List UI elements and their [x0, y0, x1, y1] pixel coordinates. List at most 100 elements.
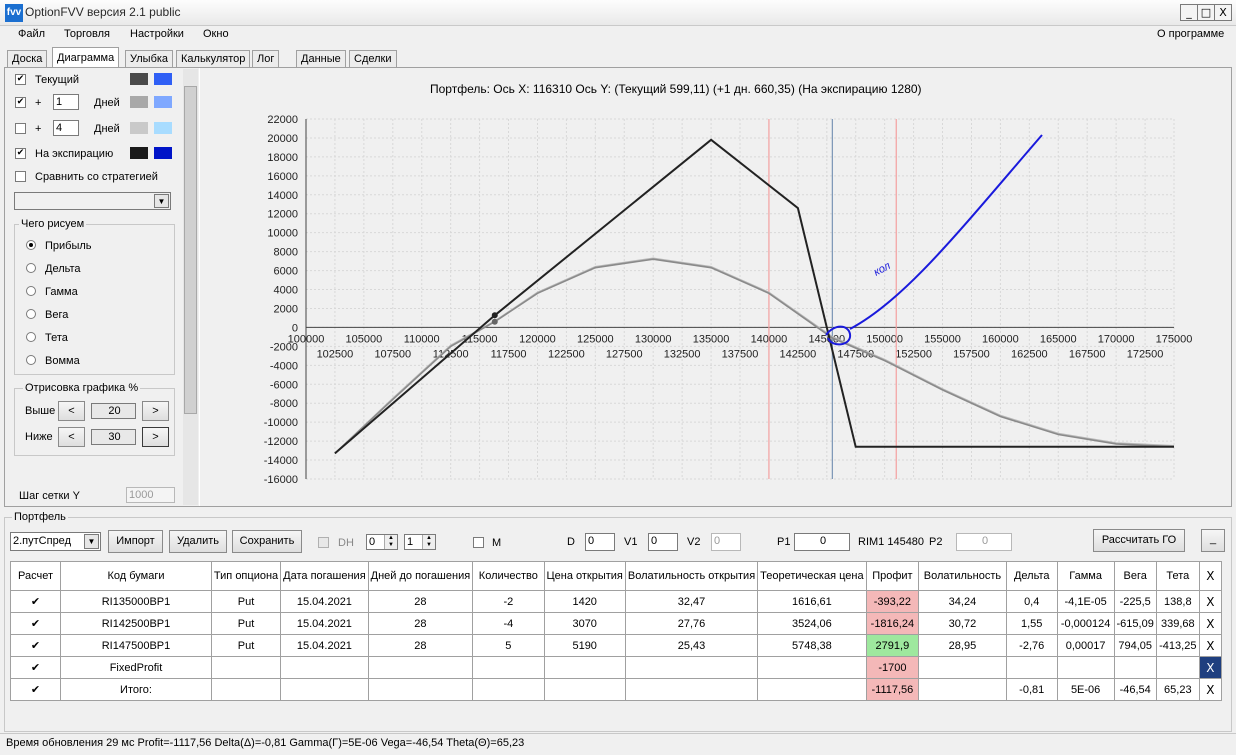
dh-label: DH: [338, 537, 354, 549]
v1-input[interactable]: 0: [648, 533, 678, 551]
calc-checkbox[interactable]: ✔: [9, 634, 62, 657]
dh-checkbox[interactable]: [318, 537, 329, 548]
col-qty[interactable]: Количество: [472, 561, 545, 591]
theo-price-cell: [757, 678, 867, 701]
open-vol-cell: 27,76: [624, 612, 759, 635]
y-tick-label: 8000: [274, 247, 298, 259]
open-price-cell[interactable]: [543, 656, 626, 679]
y-tick-label: 12000: [267, 209, 298, 221]
open-price-cell[interactable]: 1420: [543, 590, 626, 613]
col-open-vol[interactable]: Волатильность открытия: [624, 561, 759, 591]
col-open-price[interactable]: Цена открытия: [543, 561, 626, 591]
profit-cell: -1700: [865, 656, 920, 679]
calc-checkbox[interactable]: ✔: [9, 678, 62, 701]
table-row[interactable]: ✔ RI135000BP1 Put 15.04.2021 28 -2 1420 …: [9, 590, 1223, 613]
date-cell: [280, 656, 369, 679]
days-cell: 28: [367, 612, 474, 635]
spinner-arrows-icon[interactable]: ▲ ▼: [384, 535, 397, 549]
delete-row-button[interactable]: X: [1198, 612, 1223, 635]
col-vega[interactable]: Вега: [1113, 561, 1157, 591]
col-profit[interactable]: Профит: [865, 561, 920, 591]
y-tick-label: 2000: [274, 303, 298, 315]
m-label: M: [492, 537, 502, 549]
minimize-portfolio-button[interactable]: _: [1201, 529, 1225, 552]
code-cell: RI142500BP1: [60, 612, 212, 635]
col-delete[interactable]: X: [1198, 561, 1223, 591]
gamma-cell: -4,1E-05: [1056, 590, 1115, 613]
col-theo-price[interactable]: Теоретическая цена: [757, 561, 867, 591]
x-tick-label-lower: 142500: [780, 348, 817, 360]
col-gamma[interactable]: Гамма: [1056, 561, 1115, 591]
gamma-cell: 0,00017: [1056, 634, 1115, 657]
col-days[interactable]: Дней до погашения: [367, 561, 474, 591]
delete-row-button[interactable]: X: [1198, 678, 1223, 701]
x-tick-label-lower: 122500: [548, 348, 585, 360]
col-code[interactable]: Код бумаги: [60, 561, 212, 591]
vega-cell: [1113, 656, 1157, 679]
import-button[interactable]: Импорт: [108, 530, 163, 553]
open-price-cell[interactable]: 5190: [543, 634, 626, 657]
x-tick-label-lower: 127500: [606, 348, 643, 360]
col-delta[interactable]: Дельта: [1005, 561, 1058, 591]
dh-spinner-2[interactable]: 1 ▲ ▼: [404, 534, 436, 550]
col-theta[interactable]: Тета: [1155, 561, 1200, 591]
y-tick-label: 4000: [274, 285, 298, 297]
col-calc[interactable]: Расчет: [9, 561, 62, 591]
calc-margin-button[interactable]: Рассчитать ГО: [1093, 529, 1185, 552]
vol-cell: 34,24: [918, 590, 1007, 613]
v2-input[interactable]: 0: [711, 533, 741, 551]
y-tick-label: 18000: [267, 152, 298, 164]
y-tick-label: 14000: [267, 190, 298, 202]
calc-checkbox[interactable]: ✔: [9, 590, 62, 613]
status-bar: Время обновления 29 мс Profit=-1117,56 D…: [0, 733, 1236, 755]
m-checkbox[interactable]: [473, 537, 484, 548]
y-tick-label: -4000: [270, 360, 298, 372]
col-type[interactable]: Тип опциона: [210, 561, 282, 591]
v1-label: V1: [624, 536, 638, 548]
open-vol-cell: 32,47: [624, 590, 759, 613]
open-price-cell[interactable]: 3070: [543, 612, 626, 635]
profit-cell: -1117,56: [865, 678, 920, 701]
type-cell: [210, 678, 282, 701]
table-row-total[interactable]: ✔ Итого: -1117,56 -0,81 5E-06 -46,54 65,…: [9, 678, 1223, 701]
p2-input[interactable]: 0: [956, 533, 1012, 551]
save-button[interactable]: Сохранить: [232, 530, 302, 553]
vega-cell: -225,5: [1113, 590, 1157, 613]
table-row[interactable]: ✔ RI142500BP1 Put 15.04.2021 28 -4 3070 …: [9, 612, 1223, 635]
profit-chart[interactable]: 22000 20000 18000 16000 14000 12000 10000 8000 6…: [0, 0, 1236, 510]
p1-input[interactable]: 0: [794, 533, 850, 551]
theo-price-cell: 3524,06: [757, 612, 867, 635]
spinner-arrows-icon[interactable]: ▲ ▼: [422, 535, 435, 549]
col-vol[interactable]: Волатильность: [918, 561, 1007, 591]
code-cell: RI147500BP1: [60, 634, 212, 657]
portfolio-select[interactable]: 2.путСпред ▼: [10, 532, 101, 551]
qty-cell[interactable]: 5: [472, 634, 545, 657]
qty-cell[interactable]: -4: [472, 612, 545, 635]
type-cell: Put: [210, 612, 282, 635]
delete-button[interactable]: Удалить: [169, 530, 227, 553]
delete-row-button[interactable]: X: [1198, 656, 1223, 679]
date-cell: 15.04.2021: [280, 590, 369, 613]
calc-checkbox[interactable]: ✔: [9, 612, 62, 635]
delete-row-button[interactable]: X: [1198, 634, 1223, 657]
y-tick-label: -16000: [264, 474, 298, 486]
date-cell: 15.04.2021: [280, 634, 369, 657]
y-tick-label: 10000: [267, 228, 298, 240]
d-input[interactable]: 0: [585, 533, 615, 551]
vol-cell: 28,95: [918, 634, 1007, 657]
open-price-cell: [543, 678, 626, 701]
calc-checkbox[interactable]: ✔: [9, 656, 62, 679]
theo-price-cell: 1616,61: [757, 590, 867, 613]
qty-cell[interactable]: [472, 656, 545, 679]
table-row[interactable]: ✔ FixedProfit -1700 X: [9, 656, 1223, 679]
dh-spinner-1[interactable]: 0 ▲ ▼: [366, 534, 398, 550]
col-date[interactable]: Дата погашения: [280, 561, 369, 591]
qty-cell[interactable]: -2: [472, 590, 545, 613]
open-vol-cell: 25,43: [624, 634, 759, 657]
y-tick-label: -8000: [270, 398, 298, 410]
table-row[interactable]: ✔ RI147500BP1 Put 15.04.2021 28 5 5190 2…: [9, 634, 1223, 657]
open-vol-cell: [624, 678, 759, 701]
delete-row-button[interactable]: X: [1198, 590, 1223, 613]
x-tick-label: 135000: [693, 333, 730, 345]
chevron-down-icon[interactable]: ▼: [84, 534, 99, 549]
